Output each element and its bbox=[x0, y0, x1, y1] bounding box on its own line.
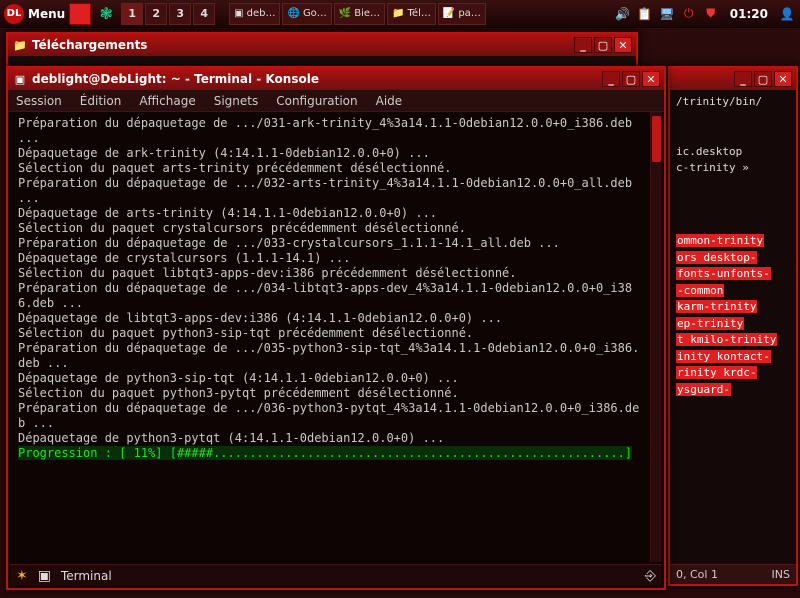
minimize-button[interactable]: _ bbox=[602, 71, 620, 87]
system-tray: 🔊 📋 🖥 ⏻ ⛊ 01:20 👤 bbox=[614, 5, 796, 23]
kicker-icon[interactable]: ❃ bbox=[95, 3, 117, 25]
close-button[interactable]: ✕ bbox=[642, 71, 660, 87]
tray-update-icon[interactable]: ⏻ bbox=[680, 5, 698, 23]
desktop-pager: 1234 bbox=[121, 3, 215, 25]
editor-line-highlight: ommon-trinity bbox=[676, 233, 790, 250]
maximize-button[interactable]: ▢ bbox=[754, 71, 772, 87]
task-label: Tél… bbox=[408, 8, 431, 19]
terminal-titlebar[interactable]: ▣ deblight@DebLight: ~ - Terminal - Kons… bbox=[8, 68, 664, 90]
terminal-tab-icon[interactable]: ▣ bbox=[38, 568, 51, 584]
maximize-button[interactable]: ▢ bbox=[622, 71, 640, 87]
menu-affichage[interactable]: Affichage bbox=[139, 94, 195, 108]
task-icon: 📝 bbox=[443, 8, 455, 19]
task-icon: 🌐 bbox=[287, 8, 299, 19]
editor-titlebar[interactable]: _ ▢ ✕ bbox=[670, 68, 796, 90]
task-label: Bie… bbox=[354, 8, 380, 19]
tray-monitor-icon[interactable]: 🖥 bbox=[658, 5, 676, 23]
minimize-button[interactable]: _ bbox=[574, 37, 592, 53]
close-button[interactable]: ✕ bbox=[774, 71, 792, 87]
task-icon: 🌿 bbox=[339, 8, 351, 19]
editor-line-highlight: inity kontact- bbox=[676, 349, 790, 366]
minimize-button[interactable]: _ bbox=[734, 71, 752, 87]
editor-line bbox=[676, 111, 790, 128]
activity-icon[interactable]: ⎆ bbox=[645, 568, 656, 584]
task-icon: ▣ bbox=[234, 8, 243, 19]
terminal-title: deblight@DebLight: ~ - Terminal - Konsol… bbox=[32, 72, 600, 86]
downloads-window: 📁 Téléchargements _ ▢ ✕ bbox=[6, 32, 638, 68]
close-button[interactable]: ✕ bbox=[614, 37, 632, 53]
tray-clipboard-icon[interactable]: 📋 bbox=[636, 5, 654, 23]
taskbar-task[interactable]: ▣ deb… bbox=[229, 3, 280, 25]
taskbar-clock[interactable]: 01:20 bbox=[724, 7, 774, 21]
terminal-output[interactable]: Préparation du dépaquetage de .../031-ar… bbox=[10, 112, 648, 562]
taskbar-task[interactable]: 📝pa… bbox=[438, 3, 486, 25]
downloads-title: Téléchargements bbox=[32, 38, 572, 52]
editor-statusbar: 0, Col 1 INS bbox=[670, 564, 796, 584]
menu-édition[interactable]: Édition bbox=[80, 94, 122, 108]
distro-logo-icon[interactable]: DL bbox=[4, 4, 24, 24]
terminal-menubar: Session Édition Affichage Signets Configurat… bbox=[8, 90, 664, 112]
menu-aide[interactable]: Aide bbox=[376, 94, 403, 108]
taskbar-task[interactable]: 🌿Bie… bbox=[334, 3, 385, 25]
menu-configuration[interactable]: Configuration bbox=[276, 94, 357, 108]
editor-line-highlight: ors desktop- bbox=[676, 250, 790, 267]
desktop-4[interactable]: 4 bbox=[193, 3, 215, 25]
editor-line: ic.desktop bbox=[676, 144, 790, 161]
new-tab-icon[interactable]: ✶ bbox=[16, 568, 28, 584]
maximize-button[interactable]: ▢ bbox=[594, 37, 612, 53]
downloads-titlebar[interactable]: 📁 Téléchargements _ ▢ ✕ bbox=[8, 34, 636, 56]
desktop-1[interactable]: 1 bbox=[121, 3, 143, 25]
menu-signets[interactable]: Signets bbox=[214, 94, 259, 108]
desktop-2[interactable]: 2 bbox=[145, 3, 167, 25]
taskbar-task[interactable]: 📁 Tél… bbox=[387, 3, 436, 25]
task-label: pa… bbox=[458, 8, 480, 19]
terminal-window: ▣ deblight@DebLight: ~ - Terminal - Kons… bbox=[6, 66, 666, 590]
show-desktop-button[interactable] bbox=[69, 3, 91, 25]
editor-line: c-trinity » bbox=[676, 160, 790, 177]
task-list: ▣ deb… 🌐 Go… 🌿Bie… 📁 Tél… 📝pa… bbox=[229, 3, 486, 25]
folder-icon: 📁 bbox=[12, 37, 28, 53]
taskbar: DL Menu ❃ 1234 ▣ deb… 🌐 Go… 🌿Bie… 📁 Tél… 📝pa… 🔊… bbox=[0, 0, 800, 28]
task-label: Go… bbox=[303, 8, 327, 19]
editor-body[interactable]: /trinity/bin/ ic.desktopc-trinity » ommo… bbox=[670, 90, 796, 402]
terminal-tab-label[interactable]: Terminal bbox=[61, 569, 112, 583]
terminal-scrollbar[interactable] bbox=[650, 112, 662, 562]
editor-line-highlight: -common bbox=[676, 283, 790, 300]
tray-audio-icon[interactable]: 🔊 bbox=[614, 5, 632, 23]
terminal-statusbar: ✶ ▣ Terminal ⎆ bbox=[10, 564, 662, 586]
editor-line-highlight: ep-trinity bbox=[676, 316, 790, 333]
editor-position: 0, Col 1 bbox=[676, 568, 718, 581]
editor-line bbox=[676, 177, 790, 194]
editor-line-highlight: karm-trinity bbox=[676, 299, 790, 316]
terminal-icon: ▣ bbox=[12, 71, 28, 87]
taskbar-task[interactable]: 🌐 Go… bbox=[282, 3, 331, 25]
editor-line-highlight: rinity krdc- bbox=[676, 365, 790, 382]
task-icon: 📁 bbox=[392, 8, 404, 19]
editor-mode: INS bbox=[772, 568, 790, 581]
main-menu-button[interactable]: Menu bbox=[28, 7, 65, 21]
editor-line-highlight: t kmilo-trinity bbox=[676, 332, 790, 349]
editor-line-highlight: fonts-unfonts- bbox=[676, 266, 790, 283]
scroll-thumb[interactable] bbox=[652, 116, 661, 162]
editor-line: /trinity/bin/ bbox=[676, 94, 790, 111]
desktop-3[interactable]: 3 bbox=[169, 3, 191, 25]
tray-shield-icon[interactable]: ⛊ bbox=[702, 5, 720, 23]
editor-line bbox=[676, 127, 790, 144]
menu-session[interactable]: Session bbox=[16, 94, 62, 108]
progress-line: Progression : [ 11%] [#####.............… bbox=[18, 446, 632, 460]
task-label: deb… bbox=[247, 8, 276, 19]
tray-user-icon[interactable]: 👤 bbox=[778, 5, 796, 23]
editor-line-highlight: ysguard- bbox=[676, 382, 790, 399]
editor-window: _ ▢ ✕ /trinity/bin/ ic.desktopc-trinity … bbox=[668, 66, 798, 586]
